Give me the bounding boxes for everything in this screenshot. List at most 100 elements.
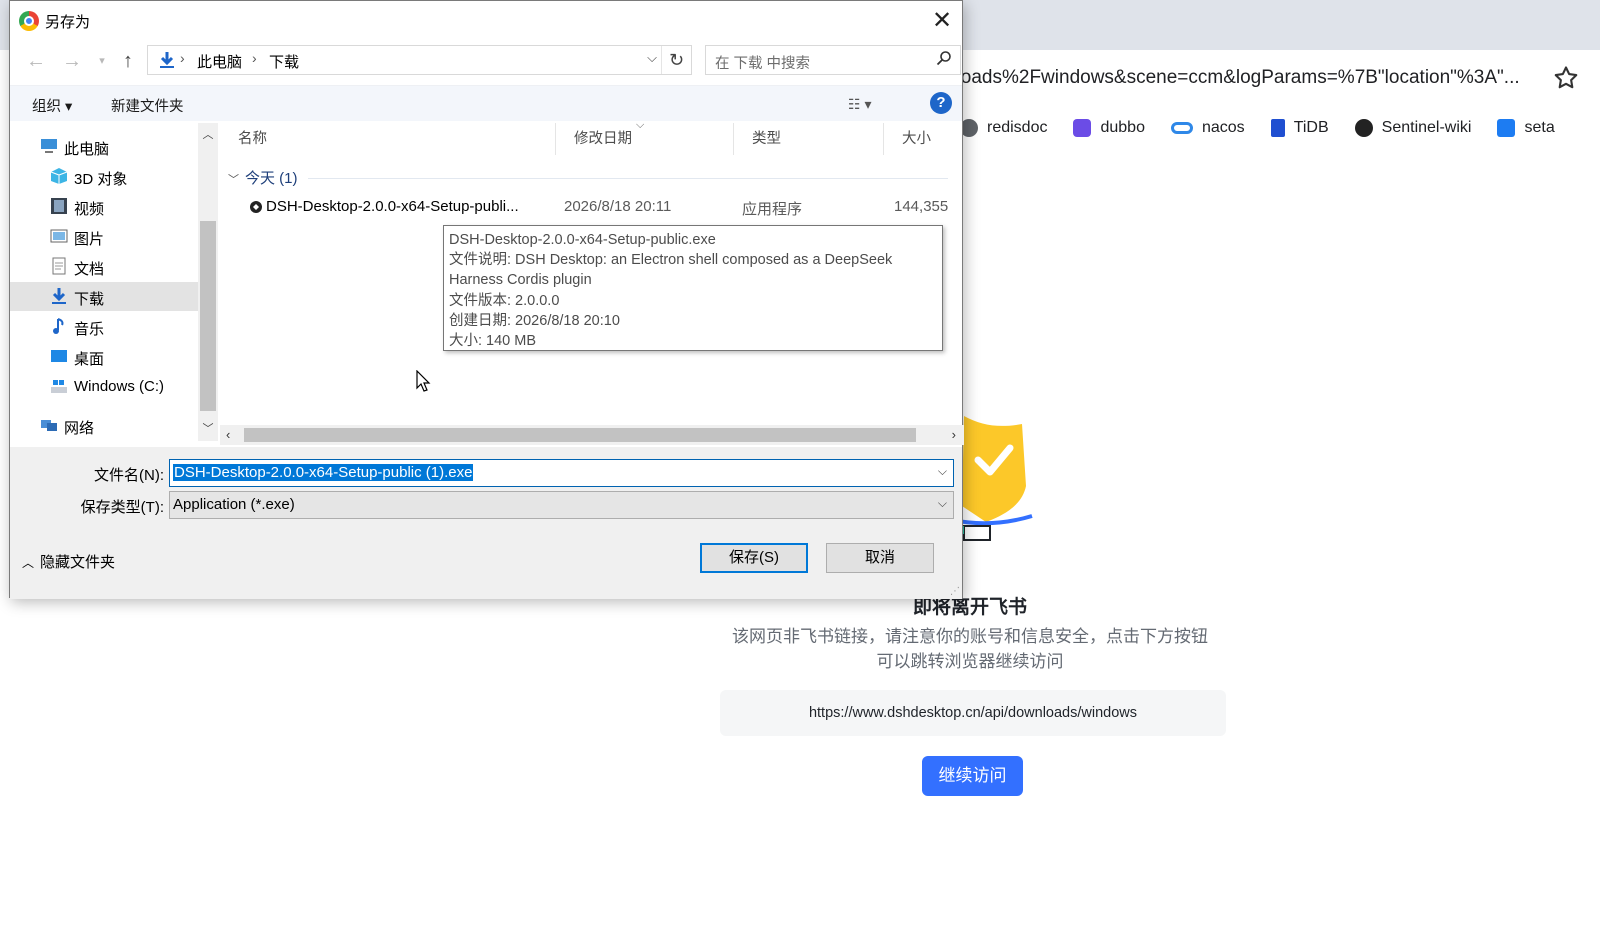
dialog-title: 另存为 <box>45 14 91 31</box>
column-header-type[interactable]: 类型 <box>734 123 884 155</box>
recent-locations-chevron-icon[interactable]: ▾ <box>90 49 114 73</box>
navigation-scrollbar[interactable]: ︿ ﹀ <box>198 123 218 441</box>
file-row[interactable]: DSH-Desktop-2.0.0-x64-Setup-publi... 202… <box>230 193 964 221</box>
target-url: https://www.dshdesktop.cn/api/downloads/… <box>720 690 1226 736</box>
save-options-panel: 文件名(N): DSH-Desktop-2.0.0-x64-Setup-publ… <box>10 447 962 599</box>
scrollbar-thumb[interactable] <box>244 428 916 442</box>
command-bar: 组织 ▾ 新建文件夹 ☷ ▾ ? <box>10 85 962 121</box>
music-icon <box>50 317 68 335</box>
bookmark-tidb[interactable]: TiDB <box>1270 112 1329 144</box>
nav-item-windows-c[interactable]: Windows (C:) <box>10 372 198 401</box>
tidb-icon <box>1270 119 1285 137</box>
scroll-up-icon[interactable]: ︿ <box>200 126 216 142</box>
navigation-pane: 此电脑 3D 对象 视频 图片 文档 下载 音乐 桌面 Windows (C:)… <box>10 123 198 441</box>
breadcrumb-downloads[interactable]: 下载 <box>269 51 299 72</box>
bookmark-sentinel-wiki[interactable]: Sentinel-wiki <box>1354 112 1471 144</box>
video-icon <box>50 197 68 215</box>
dialog-titlebar: 另存为 ✕ <box>10 1 962 39</box>
chevron-down-icon[interactable]: ⌵ <box>938 496 947 511</box>
save-as-dialog: 另存为 ✕ ← → ▾ ↑ › 此电脑 › 下载 ⌵ ↻ 在 下载 中搜索 组织… <box>9 0 964 599</box>
navigation-row: ← → ▾ ↑ › 此电脑 › 下载 ⌵ ↻ 在 下载 中搜索 <box>10 45 962 77</box>
file-name: DSH-Desktop-2.0.0-x64-Setup-publi... <box>266 198 519 215</box>
back-arrow-icon[interactable]: ← <box>24 49 48 73</box>
save-button[interactable]: 保存(S) <box>700 543 808 573</box>
scroll-right-icon[interactable]: › <box>952 427 956 442</box>
bookmark-redisdoc[interactable]: redisdoc <box>960 112 1047 144</box>
dubbo-icon <box>1073 119 1092 137</box>
organize-menu[interactable]: 组织 ▾ <box>32 95 72 116</box>
file-info-tooltip: DSH-Desktop-2.0.0-x64-Setup-public.exe 文… <box>443 225 943 351</box>
download-icon <box>50 287 68 305</box>
nav-item-desktop[interactable]: 桌面 <box>10 342 198 371</box>
chrome-icon <box>19 11 39 31</box>
column-header-size[interactable]: 大小 <box>884 123 964 155</box>
computer-icon <box>40 137 58 155</box>
resize-grip-icon[interactable]: ⋰ <box>950 586 960 597</box>
bookmark-dubbo[interactable]: dubbo <box>1073 112 1145 144</box>
filename-label: 文件名(N): <box>94 467 164 484</box>
close-button[interactable]: ✕ <box>928 7 956 35</box>
nav-item-this-pc[interactable]: 此电脑 <box>10 132 198 161</box>
file-size: 144,355 <box>894 198 949 215</box>
bookmark-star-icon[interactable] <box>1552 64 1580 92</box>
sort-chevron-icon: ⌵ <box>636 119 645 131</box>
group-header-today[interactable]: ﹀ 今天 (1) <box>228 167 298 188</box>
chevron-up-icon: ︿ <box>22 556 35 570</box>
nacos-icon <box>1170 122 1193 134</box>
document-icon <box>50 257 68 275</box>
nav-item-pictures[interactable]: 图片 <box>10 222 198 251</box>
continue-button[interactable]: 继续访问 <box>922 756 1023 796</box>
breadcrumb-this-pc[interactable]: 此电脑 <box>197 51 242 72</box>
github-icon <box>1354 119 1373 137</box>
page-description: 该网页非飞书链接，请注意你的账号和信息安全，点击下方按钮 可以跳转浏览器继续访问 <box>732 627 1208 671</box>
column-header-name[interactable]: 名称 <box>220 123 556 155</box>
horizontal-scrollbar[interactable]: ‹ › <box>220 425 964 445</box>
nav-item-downloads[interactable]: 下载 <box>10 282 198 311</box>
bookmark-seta[interactable]: seta <box>1497 112 1555 144</box>
search-icon <box>936 51 951 66</box>
desktop-icon <box>50 347 68 365</box>
scroll-left-icon[interactable]: ‹ <box>226 427 230 442</box>
column-header-modified[interactable]: 修改日期 <box>556 123 734 155</box>
help-icon[interactable]: ? <box>930 92 952 114</box>
up-arrow-icon[interactable]: ↑ <box>116 49 140 73</box>
download-folder-icon <box>160 52 174 68</box>
breadcrumb-separator-icon: › <box>252 50 257 66</box>
address-bar[interactable]: nloads%2Fwindows&scene=ccm&logParams=%7B… <box>946 56 1586 100</box>
new-folder-button[interactable]: 新建文件夹 <box>111 95 184 116</box>
application-icon <box>250 201 262 213</box>
nav-item-documents[interactable]: 文档 <box>10 252 198 281</box>
scroll-down-icon[interactable]: ﹀ <box>200 420 216 436</box>
collapse-chevron-icon: ﹀ <box>228 174 239 186</box>
cancel-button[interactable]: 取消 <box>826 543 934 573</box>
hide-folders-toggle[interactable]: ︿ 隐藏文件夹 <box>22 551 115 572</box>
refresh-icon[interactable]: ↻ <box>661 46 691 74</box>
nav-item-music[interactable]: 音乐 <box>10 312 198 341</box>
picture-icon <box>50 227 68 245</box>
network-icon <box>40 416 58 434</box>
mouse-cursor-icon <box>416 370 431 392</box>
forward-arrow-icon[interactable]: → <box>60 49 84 73</box>
cube-icon <box>50 167 68 185</box>
file-type: 应用程序 <box>742 201 803 218</box>
bookmarks-bar: redisdoc dubbo nacos TiDB Sentinel-wiki … <box>960 112 1581 144</box>
filetype-label: 保存类型(T): <box>80 499 164 516</box>
breadcrumb-separator-icon: › <box>180 50 185 66</box>
group-divider <box>308 178 948 179</box>
filetype-select[interactable]: Application (*.exe) ⌵ <box>169 491 954 519</box>
seta-icon <box>1497 119 1516 137</box>
scrollbar-thumb[interactable] <box>200 221 216 411</box>
security-shield-icon <box>952 416 1033 541</box>
filename-field[interactable]: DSH-Desktop-2.0.0-x64-Setup-public (1).e… <box>169 459 954 487</box>
view-options-icon[interactable]: ☷ ▾ <box>848 96 871 113</box>
bookmark-nacos[interactable]: nacos <box>1170 112 1245 144</box>
nav-item-videos[interactable]: 视频 <box>10 192 198 221</box>
file-modified: 2026/8/18 20:11 <box>564 198 672 215</box>
address-dropdown-icon[interactable]: ⌵ <box>647 50 657 66</box>
nav-item-3d-objects[interactable]: 3D 对象 <box>10 162 198 191</box>
nav-item-network[interactable]: 网络 <box>10 411 198 440</box>
drive-icon <box>50 377 68 395</box>
breadcrumb[interactable]: › 此电脑 › 下载 ⌵ ↻ <box>147 45 692 75</box>
chevron-down-icon[interactable]: ⌵ <box>938 464 947 479</box>
search-input[interactable]: 在 下载 中搜索 <box>705 45 961 75</box>
